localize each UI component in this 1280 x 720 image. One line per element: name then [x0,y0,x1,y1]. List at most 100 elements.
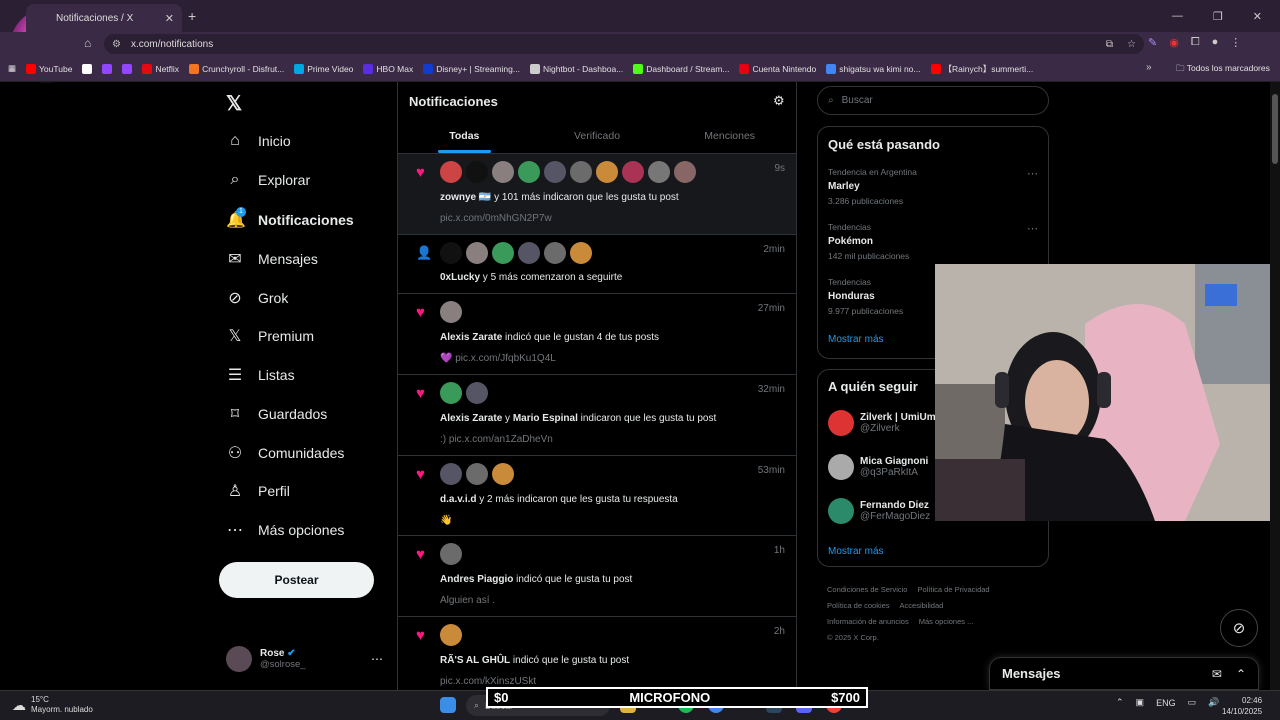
nav-item-inicio[interactable]: ⌂ Inicio [226,132,291,150]
avatar[interactable] [440,382,462,404]
bookmark-item[interactable]: Dashboard / Stream... [633,63,729,74]
avatar[interactable] [570,242,592,264]
address-bar[interactable]: ⚙ x.com/notifications ⧉ ☆ [104,34,1144,54]
weather-widget[interactable]: ☁ 15°C Mayorm. nublado [12,695,93,715]
bookmark-item[interactable]: Netflix [142,63,179,74]
avatar[interactable] [596,161,618,183]
account-more-icon[interactable]: ⋯ [371,652,383,666]
bookmark-item[interactable] [102,63,113,74]
language-indicator[interactable]: ENG [1156,698,1176,708]
post-preview[interactable]: :) pic.x.com/an1ZaDheVn [440,434,553,445]
avatar[interactable] [440,463,462,485]
avatar[interactable] [440,161,462,183]
notification-row[interactable]: 👤 2min 0xLucky y 5 más comenzaron a seguir… [398,235,796,294]
notification-row[interactable]: ♥ 2h RÃ'S AL GHÛL indicó que le gusta tu p… [398,617,796,690]
trend-more-icon[interactable]: ⋯ [1027,222,1038,235]
nav-item-listas[interactable]: ☰ Listas [226,365,295,385]
post-button[interactable]: Postear [219,562,374,598]
post-preview[interactable]: 👋 [440,515,452,526]
menu-icon[interactable]: ⋮ [1230,36,1241,49]
footer-privacy[interactable]: Política de Privacidad [917,585,989,594]
notification-row[interactable]: ♥ 53min d.a.v.i.d y 2 más indicaron que le… [398,456,796,536]
account-avatar[interactable]: ● [1212,36,1219,49]
footer-accessibility[interactable]: Accesibilidad [900,601,944,610]
nav-item-guardados[interactable]: ⌑ Guardados [226,404,327,424]
nav-item-comunidades[interactable]: ⚇ Comunidades [226,443,345,463]
home-button-icon[interactable]: ⌂ [84,36,91,50]
restore-icon[interactable]: ❐ [1213,10,1223,23]
avatar[interactable] [518,161,540,183]
tray-overflow-icon[interactable]: ⌃ [1116,697,1124,708]
close-window-icon[interactable]: ✕ [1253,10,1262,23]
bookmark-item[interactable]: Cuenta Nintendo [739,63,816,74]
user-name[interactable]: zownye [440,192,476,203]
star-icon[interactable]: ☆ [1127,39,1136,50]
new-message-icon[interactable]: ✉ [1212,667,1222,681]
taskbar-clock[interactable]: 02:46 14/10/2025 [1222,695,1262,717]
pen-extension-icon[interactable]: ✎ [1148,36,1157,49]
messages-drawer[interactable]: Mensajes ✉ ⌃ [989,657,1259,690]
bookmark-item[interactable] [82,63,93,74]
avatar[interactable] [622,161,644,183]
avatar[interactable] [440,624,462,646]
all-bookmarks-button[interactable]: 🗀 Todos los marcadores [1176,63,1270,77]
new-tab-icon[interactable]: + [188,8,196,24]
tab-todas[interactable]: Todas [398,120,531,153]
user-name[interactable]: 0xLucky [440,272,480,283]
avatar[interactable] [570,161,592,183]
avatar[interactable] [440,301,462,323]
footer-more[interactable]: Más opciones ... [919,617,974,626]
bookmark-item[interactable]: YouTube [26,63,72,74]
user-name[interactable]: Alexis Zarate [440,413,502,424]
nav-item-ms-opciones[interactable]: ⋯ Más opciones [226,520,344,540]
footer-ads-info[interactable]: Información de anuncios [827,617,909,626]
tab-menciones[interactable]: Menciones [663,120,796,153]
bookmark-item[interactable]: 【Rainych】summerti... [930,63,1033,75]
nav-item-premium[interactable]: 𝕏 Premium [226,326,314,346]
notification-row[interactable]: ♥ 9s zownye 🇦🇷 y 101 más indicaron que les… [398,154,796,235]
close-tab-icon[interactable]: ✕ [165,12,174,25]
follow-suggestion[interactable]: Zilverk | UmiUm @Zilverk [828,410,936,436]
user-name[interactable]: Mario Espinal [513,413,578,424]
trend-item[interactable]: Tendencia en Argentina Marley 3.286 public… [828,167,1038,210]
trend-more-icon[interactable]: ⋯ [1027,167,1038,180]
grok-fab-icon[interactable]: ⊘ [1220,609,1258,647]
notification-row[interactable]: ♥ 1h Andres Piaggio indicó que le gusta tu… [398,536,796,617]
nav-item-grok[interactable]: ⊘ Grok [226,288,288,308]
ublock-icon[interactable]: ◉ [1169,36,1179,49]
post-preview[interactable]: pic.x.com/kXinszUSkt [440,676,536,687]
account-switcher[interactable]: Rose ✔ @solrose_ [226,646,306,672]
settings-gear-icon[interactable]: ⚙ [773,93,785,109]
follow-suggestion[interactable]: Fernando Diez @FerMagoDiez [828,498,930,524]
apps-icon[interactable]: ▦ [8,63,16,74]
page-scrollbar[interactable] [1270,82,1280,690]
minimize-icon[interactable]: — [1172,10,1183,22]
avatar[interactable] [492,242,514,264]
tab-verificado[interactable]: Verificado [531,120,664,153]
avatar[interactable] [466,382,488,404]
extensions-icon[interactable]: ⧠ [1191,36,1200,49]
tray-app-icon[interactable]: ▣ [1136,697,1145,708]
nav-item-perfil[interactable]: ♙ Perfil [226,481,290,501]
notification-row[interactable]: ♥ 32min Alexis Zarate y Mario Espinal indi… [398,375,796,456]
bookmarks-overflow-icon[interactable]: » [1146,62,1152,73]
install-icon[interactable]: ⧉ [1106,39,1113,50]
avatar[interactable] [544,161,566,183]
post-preview[interactable]: Alguien así . [440,595,495,606]
notification-row[interactable]: ♥ 27min Alexis Zarate indicó que le gustan… [398,294,796,375]
bookmark-item[interactable]: Disney+ | Streaming... [423,63,520,74]
bookmark-item[interactable]: Nightbot - Dashboa... [529,63,623,74]
follow-show-more[interactable]: Mostrar más [828,546,884,557]
avatar[interactable] [492,161,514,183]
network-icon[interactable]: ▭ [1188,697,1197,708]
avatar[interactable] [674,161,696,183]
user-name[interactable]: Andres Piaggio [440,574,513,585]
follow-suggestion[interactable]: Mica Giagnoni @q3PaRkItA [828,454,928,480]
user-name[interactable]: d.a.v.i.d [440,494,477,505]
avatar[interactable] [466,242,488,264]
avatar[interactable] [466,161,488,183]
bookmark-item[interactable]: Prime Video [294,63,353,74]
avatar[interactable] [440,242,462,264]
site-info-icon[interactable]: ⚙ [112,39,121,50]
footer-terms[interactable]: Condiciones de Servicio [827,585,907,594]
